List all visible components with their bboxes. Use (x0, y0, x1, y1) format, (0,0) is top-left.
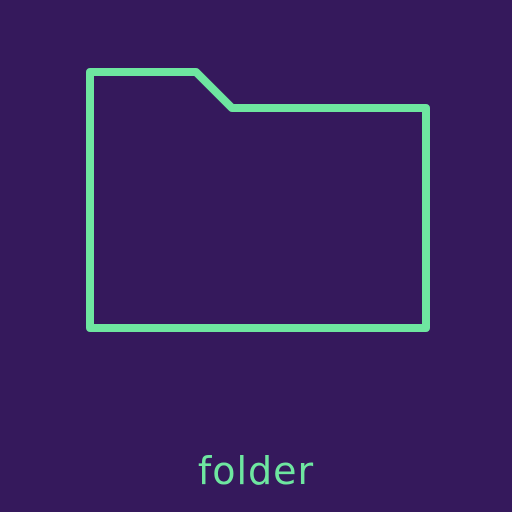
icon-label: folder (197, 449, 315, 493)
folder-outline (86, 68, 430, 332)
folder-icon (86, 68, 430, 332)
icon-tile: folder (0, 0, 512, 512)
